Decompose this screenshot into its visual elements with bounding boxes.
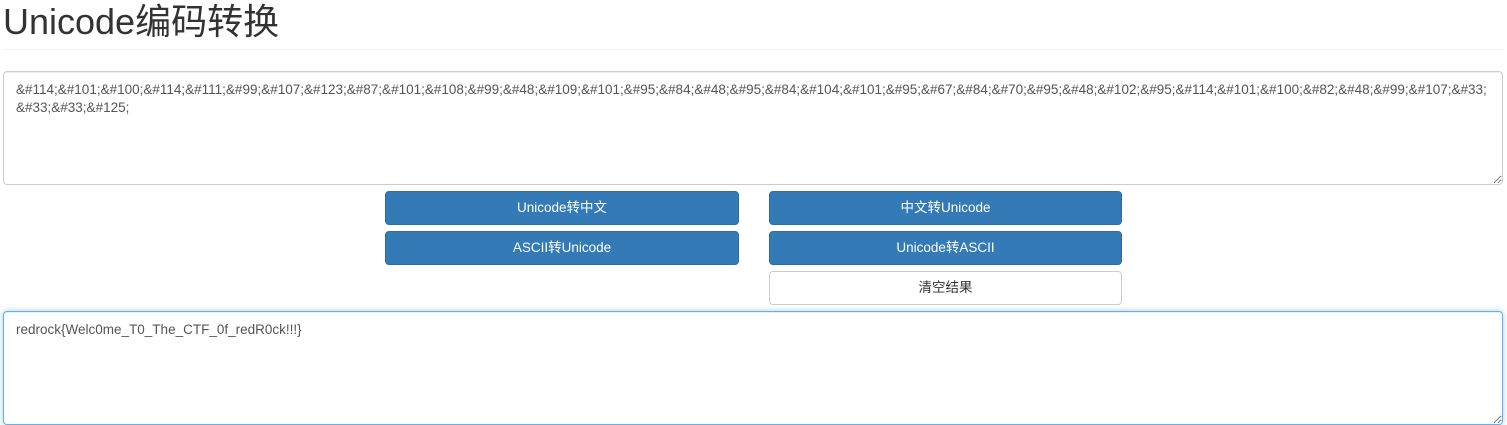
page-title: Unicode编码转换 bbox=[3, 1, 280, 42]
ascii-to-unicode-button[interactable]: ASCII转Unicode bbox=[385, 231, 739, 265]
title-divider bbox=[3, 49, 1503, 50]
unicode-converter-page: Unicode编码转换 &#114;&#101;&#100;&#114;&#11… bbox=[0, 0, 1507, 425]
clear-result-button[interactable]: 清空结果 bbox=[769, 271, 1122, 305]
result-textarea[interactable]: redrock{Welc0me_T0_The_CTF_0f_redR0ck!!!… bbox=[3, 311, 1503, 425]
unicode-to-ascii-button[interactable]: Unicode转ASCII bbox=[769, 231, 1122, 265]
source-textarea[interactable]: &#114;&#101;&#100;&#114;&#111;&#99;&#107… bbox=[3, 71, 1503, 185]
chinese-to-unicode-button[interactable]: 中文转Unicode bbox=[769, 191, 1122, 225]
unicode-to-chinese-button[interactable]: Unicode转中文 bbox=[385, 191, 739, 225]
